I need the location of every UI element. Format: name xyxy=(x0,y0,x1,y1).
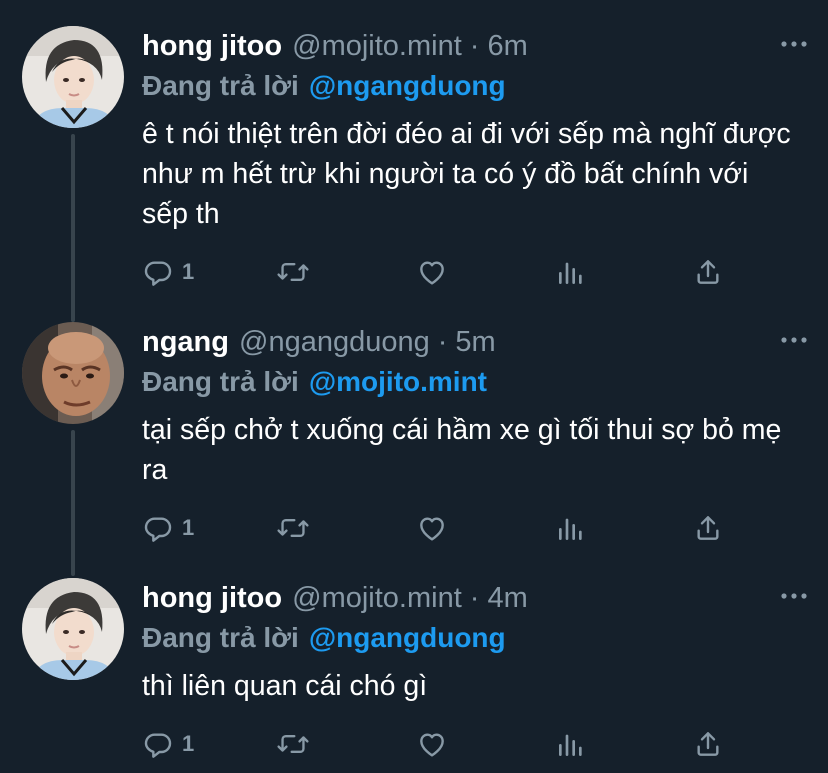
more-dots-icon[interactable] xyxy=(774,584,814,608)
share-icon xyxy=(692,728,724,760)
replying-to: Đang trả lời @ngangduong xyxy=(142,66,802,106)
reply-button[interactable]: 1 xyxy=(142,252,194,292)
timestamp[interactable]: 4m xyxy=(487,582,527,615)
tweet-actions: 1 xyxy=(142,724,802,764)
tweet-content: hong jitoo @mojito.mint · 6m Đang trả lờ… xyxy=(142,26,807,286)
separator-dot: · xyxy=(437,325,448,358)
analytics-icon xyxy=(556,728,586,760)
replying-to: Đang trả lời @mojito.mint xyxy=(142,362,802,402)
tweet-header: hong jitoo @mojito.mint · 4m xyxy=(142,578,802,618)
username[interactable]: @ngangduong xyxy=(239,326,430,359)
replying-to-label: Đang trả lời xyxy=(142,622,299,653)
separator-dot: · xyxy=(469,581,480,614)
more-dots-icon[interactable] xyxy=(774,32,814,56)
display-name[interactable]: hong jitoo xyxy=(142,582,282,615)
avatar[interactable] xyxy=(22,26,124,128)
retweet-button[interactable] xyxy=(276,724,310,764)
replying-to-user-link[interactable]: @ngangduong xyxy=(309,70,506,102)
analytics-icon xyxy=(556,512,586,544)
tweet-thread: hong jitoo @mojito.mint · 6m Đang trả lờ… xyxy=(0,0,828,773)
reply-icon xyxy=(142,728,174,760)
tweet-content: hong jitoo @mojito.mint · 4m Đang trả lờ… xyxy=(142,578,807,758)
share-icon xyxy=(692,512,724,544)
replying-to-label: Đang trả lời xyxy=(142,366,299,397)
display-name[interactable]: hong jitoo xyxy=(142,30,282,63)
tweet-header: hong jitoo @mojito.mint · 6m xyxy=(142,26,802,66)
more-dots-icon[interactable] xyxy=(774,328,814,352)
tweet[interactable]: hong jitoo @mojito.mint · 6m Đang trả lờ… xyxy=(0,26,828,296)
avatar[interactable] xyxy=(22,578,124,680)
heart-icon xyxy=(416,728,448,760)
reply-count: 1 xyxy=(182,515,195,540)
username[interactable]: @mojito.mint xyxy=(292,582,462,615)
tweet-text: thì liên quan cái chó gì xyxy=(142,670,428,702)
reply-button[interactable]: 1 xyxy=(142,724,194,764)
reply-icon xyxy=(142,256,174,288)
timestamp[interactable]: 5m xyxy=(455,326,495,359)
reply-button[interactable]: 1 xyxy=(142,508,194,548)
analytics-button[interactable] xyxy=(556,252,586,292)
like-button[interactable] xyxy=(416,252,448,292)
avatar[interactable] xyxy=(22,322,124,424)
share-button[interactable] xyxy=(692,252,724,292)
replying-to-label: Đang trả lời xyxy=(142,70,299,101)
retweet-button[interactable] xyxy=(276,252,310,292)
tweet-header: ngang @ngangduong · 5m xyxy=(142,322,802,362)
timestamp[interactable]: 6m xyxy=(487,30,527,63)
reply-count: 1 xyxy=(182,731,195,756)
reply-icon xyxy=(142,512,174,544)
replying-to-user-link[interactable]: @mojito.mint xyxy=(309,366,487,398)
heart-icon xyxy=(416,512,448,544)
analytics-button[interactable] xyxy=(556,724,586,764)
heart-icon xyxy=(416,256,448,288)
tweet-actions: 1 xyxy=(142,252,802,292)
tweet-text: ê t nói thiệt trên đời đéo ai đi với sếp… xyxy=(142,118,791,230)
tweet-text: tại sếp chở t xuống cái hầm xe gì tối th… xyxy=(142,414,782,486)
analytics-button[interactable] xyxy=(556,508,586,548)
share-icon xyxy=(692,256,724,288)
tweet[interactable]: hong jitoo @mojito.mint · 4m Đang trả lờ… xyxy=(0,578,828,773)
share-button[interactable] xyxy=(692,508,724,548)
like-button[interactable] xyxy=(416,508,448,548)
tweet[interactable]: ngang @ngangduong · 5m Đang trả lời @moj… xyxy=(0,322,828,552)
tweet-actions: 1 xyxy=(142,508,802,548)
replying-to-user-link[interactable]: @ngangduong xyxy=(309,622,506,654)
retweet-icon xyxy=(276,512,310,544)
retweet-icon xyxy=(276,728,310,760)
retweet-button[interactable] xyxy=(276,508,310,548)
retweet-icon xyxy=(276,256,310,288)
reply-count: 1 xyxy=(182,259,195,284)
display-name[interactable]: ngang xyxy=(142,326,229,359)
replying-to: Đang trả lời @ngangduong xyxy=(142,618,802,658)
like-button[interactable] xyxy=(416,724,448,764)
separator-dot: · xyxy=(469,29,480,62)
username[interactable]: @mojito.mint xyxy=(292,30,462,63)
tweet-content: ngang @ngangduong · 5m Đang trả lời @moj… xyxy=(142,322,807,542)
share-button[interactable] xyxy=(692,724,724,764)
analytics-icon xyxy=(556,256,586,288)
